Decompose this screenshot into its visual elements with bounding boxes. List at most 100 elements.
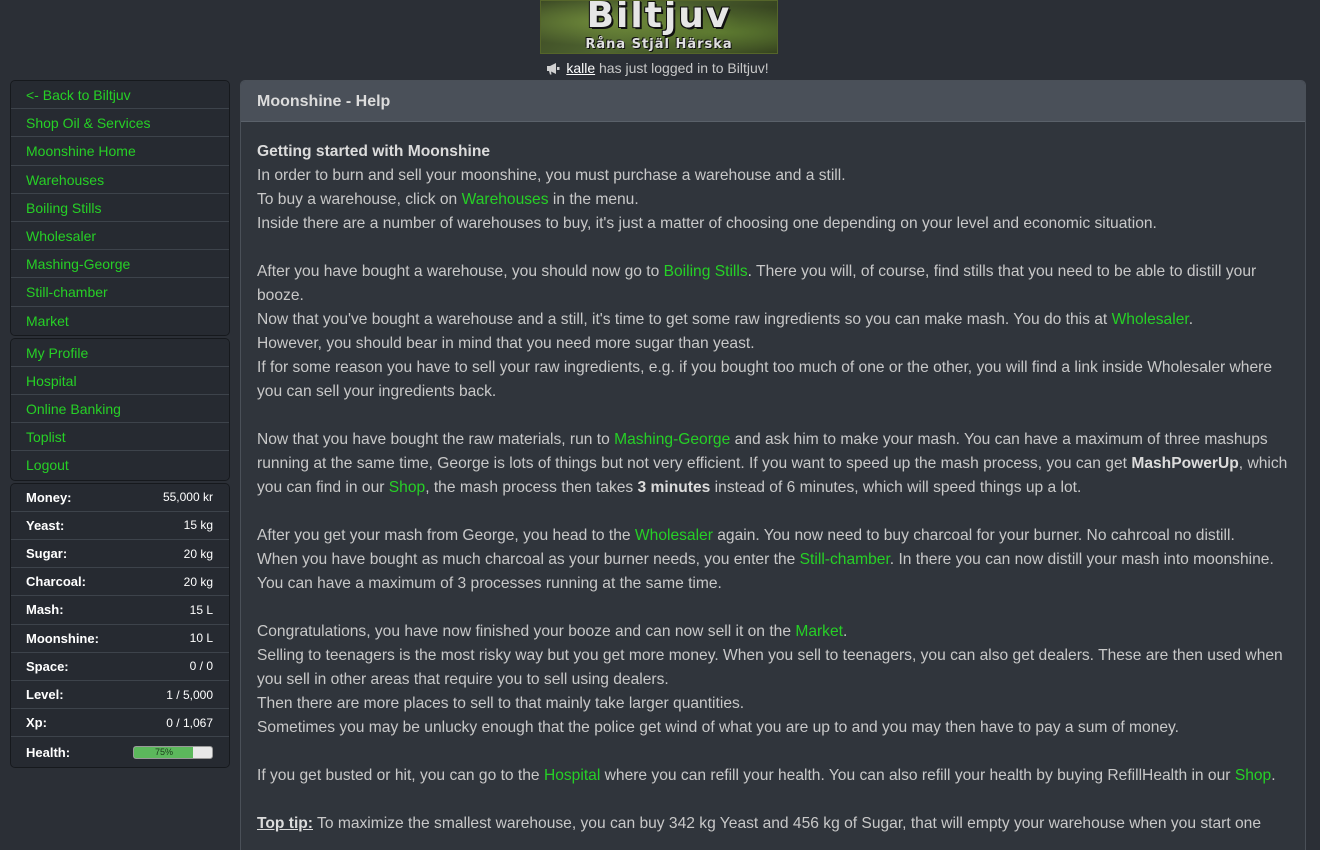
- stat-label: Yeast:: [26, 517, 65, 533]
- help-paragraph-distill: After you get your mash from George, you…: [257, 524, 1289, 596]
- link-hospital[interactable]: Hospital: [544, 767, 600, 784]
- menu-toplist[interactable]: Toplist: [11, 423, 229, 452]
- top-tip-label: Top tip:: [257, 815, 313, 832]
- panel-title: Moonshine - Help: [241, 81, 1305, 122]
- menu-warehouses[interactable]: Warehouses: [11, 165, 229, 194]
- stat-mash: Mash: 15 L: [11, 596, 229, 625]
- help-text: If for some reason you have to sell your…: [257, 359, 1273, 400]
- help-paragraph-stills: After you have bought a warehouse, you s…: [257, 260, 1289, 404]
- menu-logout[interactable]: Logout: [11, 451, 229, 480]
- stat-label: Xp:: [26, 715, 47, 731]
- menu-back-to-biltjuv[interactable]: <- Back to Biltjuv: [11, 81, 229, 110]
- health-percent: 75%: [154, 746, 173, 757]
- menu-still-chamber[interactable]: Still-chamber: [11, 278, 229, 307]
- stat-health: Health: 75%: [11, 737, 229, 768]
- menu-mashing-george[interactable]: Mashing-George: [11, 250, 229, 279]
- stat-value: 20 kg: [183, 574, 213, 589]
- help-text: After you have bought a warehouse, you s…: [257, 263, 664, 280]
- help-text: To buy a warehouse, click on: [257, 191, 462, 208]
- menu-boiling-stills[interactable]: Boiling Stills: [11, 193, 229, 222]
- help-text: Sometimes you may be unlucky enough that…: [257, 719, 1180, 736]
- help-text: in the menu.: [548, 191, 639, 208]
- help-text: However, you should bear in mind that yo…: [257, 335, 755, 352]
- help-text: To maximize the smallest warehouse, you …: [313, 815, 1262, 832]
- menu-wholesaler[interactable]: Wholesaler: [11, 221, 229, 251]
- stat-moonshine: Moonshine: 10 L: [11, 624, 229, 653]
- announcement-text: has just logged in to Biltjuv!: [595, 60, 769, 76]
- help-text: , the mash process then takes: [425, 479, 638, 496]
- stat-value: 10 L: [189, 631, 213, 646]
- stat-label: Charcoal:: [26, 574, 86, 590]
- stats-panel: Money: 55,000 kr Yeast: 15 kg Sugar: 20 kg …: [10, 482, 230, 769]
- stat-label: Level:: [26, 687, 64, 703]
- stat-label: Space:: [26, 658, 69, 674]
- help-paragraph-market: Congratulations, you have now finished y…: [257, 620, 1289, 740]
- announcement-user-link[interactable]: kalle: [566, 60, 595, 76]
- link-market[interactable]: Market: [795, 623, 843, 640]
- megaphone-icon: [547, 63, 560, 75]
- account-menu: My Profile Hospital Online Banking Topli…: [10, 337, 230, 481]
- menu-online-banking[interactable]: Online Banking: [11, 395, 229, 424]
- link-still-chamber[interactable]: Still-chamber: [800, 551, 890, 568]
- help-text: Inside there are a number of warehouses …: [257, 215, 1157, 232]
- link-warehouses[interactable]: Warehouses: [462, 191, 549, 208]
- stat-sugar: Sugar: 20 kg: [11, 540, 229, 569]
- stat-label: Moonshine:: [26, 630, 99, 646]
- health-bar: 75%: [133, 745, 213, 759]
- help-text: Then there are more places to sell to th…: [257, 695, 745, 712]
- help-bold: 3 minutes: [637, 479, 711, 496]
- stat-xp: Xp: 0 / 1,067: [11, 709, 229, 738]
- help-paragraph-top-tip: Top tip: To maximize the smallest wareho…: [257, 812, 1289, 836]
- stat-value: 20 kg: [183, 546, 213, 561]
- stat-value: 0 / 1,067: [166, 715, 213, 730]
- stat-label: Money:: [26, 489, 72, 505]
- help-text: If you get busted or hit, you can go to …: [257, 767, 544, 784]
- help-text: In order to burn and sell your moonshine…: [257, 167, 846, 184]
- stat-value: 1 / 5,000: [166, 687, 213, 702]
- help-text: Selling to teenagers is the most risky w…: [257, 647, 1283, 688]
- stat-value: 55,000 kr: [162, 490, 213, 505]
- link-boiling-stills[interactable]: Boiling Stills: [664, 263, 748, 280]
- help-paragraph-mash: Now that you have bought the raw materia…: [257, 428, 1289, 500]
- help-text: instead of 6 minutes, which will speed t…: [710, 479, 1082, 496]
- stat-value: 15 L: [189, 602, 213, 617]
- help-text: again. You now need to buy charcoal for …: [712, 527, 1235, 544]
- stat-label: Health:: [26, 744, 71, 760]
- help-bold: MashPowerUp: [1131, 455, 1239, 472]
- help-text: After you get your mash from George, you…: [257, 527, 635, 544]
- menu-market[interactable]: Market: [11, 306, 229, 335]
- link-wholesaler[interactable]: Wholesaler: [1112, 311, 1189, 328]
- stat-value: 15 kg: [183, 518, 213, 533]
- help-text: Congratulations, you have now finished y…: [257, 623, 796, 640]
- help-text: where you can refill your health. You ca…: [600, 767, 1235, 784]
- stat-charcoal: Charcoal: 20 kg: [11, 568, 229, 597]
- stat-value: 0 / 0: [189, 659, 213, 674]
- help-heading: Getting started with Moonshine: [257, 143, 491, 160]
- menu-hospital[interactable]: Hospital: [11, 366, 229, 396]
- link-wholesaler[interactable]: Wholesaler: [635, 527, 713, 544]
- help-panel: Moonshine - Help Getting started with Mo…: [240, 80, 1306, 850]
- stat-space: Space: 0 / 0: [11, 652, 229, 681]
- login-announcement: kalle has just logged in to Biltjuv!: [0, 60, 1315, 76]
- help-paragraph-getting-started: Getting started with Moonshine In order …: [257, 140, 1289, 236]
- stat-label: Mash:: [26, 602, 64, 618]
- help-text: Now that you've bought a warehouse and a…: [257, 311, 1112, 328]
- menu-shop-oil-services[interactable]: Shop Oil & Services: [11, 109, 229, 138]
- link-shop[interactable]: Shop: [389, 479, 425, 496]
- menu-moonshine-home[interactable]: Moonshine Home: [11, 137, 229, 166]
- menu-my-profile[interactable]: My Profile: [11, 338, 229, 367]
- logo-title: Biltjuv: [586, 0, 732, 36]
- link-mashing-george[interactable]: Mashing-George: [614, 431, 730, 448]
- logo-subtitle: Råna Stjäl Härska: [585, 37, 733, 52]
- logo[interactable]: Biltjuv Råna Stjäl Härska: [540, 0, 778, 54]
- sidebar: <- Back to Biltjuv Shop Oil & Services M…: [10, 80, 230, 769]
- stat-level: Level: 1 / 5,000: [11, 680, 229, 710]
- link-shop[interactable]: Shop: [1235, 767, 1271, 784]
- help-text: Now that you have bought the raw materia…: [257, 431, 615, 448]
- stat-money: Money: 55,000 kr: [11, 483, 229, 512]
- stat-label: Sugar:: [26, 546, 68, 562]
- stat-yeast: Yeast: 15 kg: [11, 511, 229, 540]
- help-text: .: [843, 623, 848, 640]
- moonshine-menu: <- Back to Biltjuv Shop Oil & Services M…: [10, 80, 230, 336]
- help-content: Getting started with Moonshine In order …: [241, 122, 1305, 836]
